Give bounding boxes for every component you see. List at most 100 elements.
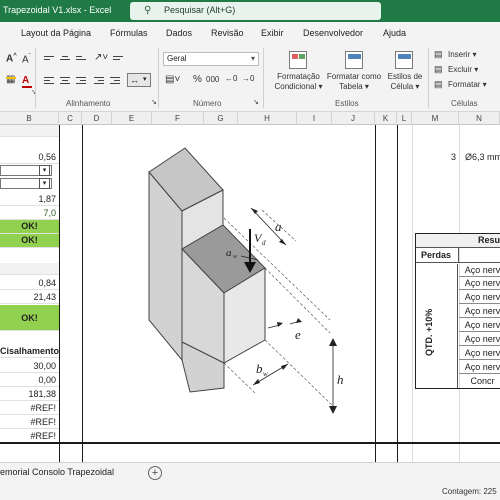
diameter-value[interactable]: Ø6,3 mm — [465, 152, 500, 162]
status-ok-cell[interactable]: OK! — [0, 220, 59, 234]
format-cells-icon[interactable]: ▤ — [434, 79, 443, 90]
add-sheet-icon[interactable]: + — [148, 466, 162, 480]
currency-icon[interactable]: ▤˅ — [165, 74, 180, 85]
list-item[interactable]: Concr — [459, 375, 500, 388]
align-middle-icon[interactable] — [60, 56, 70, 64]
delete-cells-icon[interactable]: ▤ — [434, 64, 443, 75]
number-format-select[interactable]: Geral ▾ — [163, 52, 259, 66]
column-header-b[interactable]: B — [0, 112, 59, 125]
dimension-line — [264, 267, 331, 334]
list-item[interactable]: Aço nerv — [459, 361, 500, 374]
grid-cell[interactable]: 1,87 — [0, 193, 59, 206]
status-count[interactable]: Contagem: 225 — [442, 487, 497, 496]
align-left-icon[interactable] — [44, 77, 54, 85]
grid-cell[interactable]: 7,0 — [0, 207, 59, 220]
decrease-indent-icon[interactable] — [94, 77, 104, 85]
column-header-l[interactable]: L — [397, 112, 412, 125]
align-center-icon[interactable] — [60, 77, 70, 85]
results-header[interactable]: Resu — [416, 234, 500, 248]
font-size-up-icon[interactable]: A^ — [6, 53, 17, 64]
qty-value[interactable]: 3 — [451, 152, 456, 162]
tab-data[interactable]: Dados — [166, 28, 192, 38]
cell-styles-icon[interactable] — [395, 51, 413, 69]
delete-cells-button[interactable]: Excluir ▾ — [448, 65, 478, 74]
column-header-e[interactable]: E — [112, 112, 152, 125]
list-item[interactable]: Aço nerv — [459, 291, 500, 304]
column-header-i[interactable]: I — [297, 112, 332, 125]
orientation-icon[interactable]: ↗˅ — [94, 52, 108, 63]
tab-formulas[interactable]: Fórmulas — [110, 28, 148, 38]
grid-cell[interactable] — [0, 263, 59, 275]
list-item[interactable]: Aço nerv — [459, 264, 500, 277]
align-top-icon[interactable] — [44, 56, 54, 64]
grid-cell[interactable]: 30,00 — [0, 360, 59, 373]
wrap-text-icon[interactable] — [113, 56, 123, 64]
column-header-d[interactable]: D — [82, 112, 112, 125]
decrease-decimal-icon[interactable]: →0 — [242, 74, 254, 83]
results-table: Resu Perdas QTD. +10% Aço nerv Aço nerv … — [415, 233, 500, 389]
increase-decimal-icon[interactable]: ←0 — [225, 74, 237, 83]
list-item[interactable]: Aço nerv — [459, 347, 500, 360]
grid-cell[interactable]: 181,38 — [0, 388, 59, 401]
tab-page-layout[interactable]: Layout da Página — [21, 28, 91, 38]
grid-cell[interactable]: #REF! — [0, 416, 59, 429]
sheet-tab-memorial[interactable]: emorial Consolo Trapezoidal — [0, 467, 114, 477]
conditional-format-button[interactable]: Formatação Condicional ▾ — [271, 72, 326, 92]
align-bottom-icon[interactable] — [76, 56, 86, 64]
column-header-h[interactable]: H — [238, 112, 297, 125]
increase-indent-icon[interactable] — [110, 77, 120, 85]
section-heading-cell[interactable]: Cisalhamento — [0, 345, 59, 358]
insert-cells-button[interactable]: Inserir ▾ — [448, 50, 476, 59]
grid-cell[interactable]: 0,00 — [0, 374, 59, 387]
font-color-icon[interactable]: A — [22, 75, 29, 86]
percent-icon[interactable]: % — [193, 74, 202, 85]
window-title: Trapezoidal V1.xlsx - Excel — [3, 5, 112, 15]
label-bw: b — [256, 361, 263, 376]
list-item[interactable]: Aço nerv — [459, 319, 500, 332]
grid-cell[interactable]: #REF! — [0, 402, 59, 415]
chevron-down-icon[interactable]: ▾ — [39, 178, 50, 189]
arrow-head — [253, 379, 260, 385]
status-ok-cell[interactable]: OK! — [0, 305, 59, 331]
border-line — [0, 442, 500, 444]
column-header-m[interactable]: M — [412, 112, 459, 125]
align-right-icon[interactable] — [76, 77, 86, 85]
ribbon-separator — [158, 48, 159, 108]
tab-view[interactable]: Exibir — [261, 28, 284, 38]
format-table-icon[interactable] — [345, 51, 363, 69]
list-item[interactable]: Aço nerv — [459, 333, 500, 346]
cell-styles-button[interactable]: Estilos de Célula ▾ — [385, 72, 425, 92]
search-box[interactable]: ⚲ Pesquisar (Alt+G) — [130, 2, 381, 20]
number-dialog-launcher-icon[interactable]: ↘ — [253, 98, 259, 106]
grid-cell[interactable]: 0,56 — [0, 151, 59, 164]
column-header-j[interactable]: J — [332, 112, 375, 125]
column-header-f[interactable]: F — [152, 112, 204, 125]
column-header-c[interactable]: C — [59, 112, 82, 125]
format-cells-button[interactable]: Formatar ▾ — [448, 80, 487, 89]
conditional-format-icon[interactable] — [289, 51, 307, 69]
insert-cells-icon[interactable]: ▤ — [434, 49, 443, 60]
thousands-icon[interactable]: 000 — [206, 75, 219, 84]
merge-center-icon[interactable]: ↔ ▾ — [127, 73, 151, 87]
list-item[interactable]: Aço nerv — [459, 305, 500, 318]
column-headers: B C D E F G H I J K L M N — [0, 112, 500, 125]
grid-cell[interactable] — [0, 125, 59, 137]
list-item[interactable]: Aço nerv — [459, 277, 500, 290]
font-size-down-icon[interactable]: Aˇ — [22, 54, 31, 65]
status-ok-cell[interactable]: OK! — [0, 234, 59, 248]
qty-plus-ten-cell[interactable]: QTD. +10% — [416, 264, 458, 388]
tab-review[interactable]: Revisão — [211, 28, 244, 38]
qty-plus-ten-label: QTD. +10% — [424, 308, 434, 356]
column-header-k[interactable]: K — [375, 112, 397, 125]
format-table-button[interactable]: Formatar como Tabela ▾ — [325, 72, 383, 92]
fill-color-icon[interactable]: ▦ — [6, 74, 15, 85]
chevron-down-icon[interactable]: ▾ — [39, 165, 50, 176]
grid-cell[interactable]: 21,43 — [0, 291, 59, 304]
grid-cell[interactable]: 0,84 — [0, 277, 59, 290]
corbel-diagram[interactable]: a V d a w e b w h — [88, 125, 371, 444]
alignment-dialog-launcher-icon[interactable]: ↘ — [151, 98, 157, 106]
tab-help[interactable]: Ajuda — [383, 28, 406, 38]
tab-developer[interactable]: Desenvolvedor — [303, 28, 363, 38]
column-header-g[interactable]: G — [204, 112, 238, 125]
column-header-n[interactable]: N — [459, 112, 500, 125]
